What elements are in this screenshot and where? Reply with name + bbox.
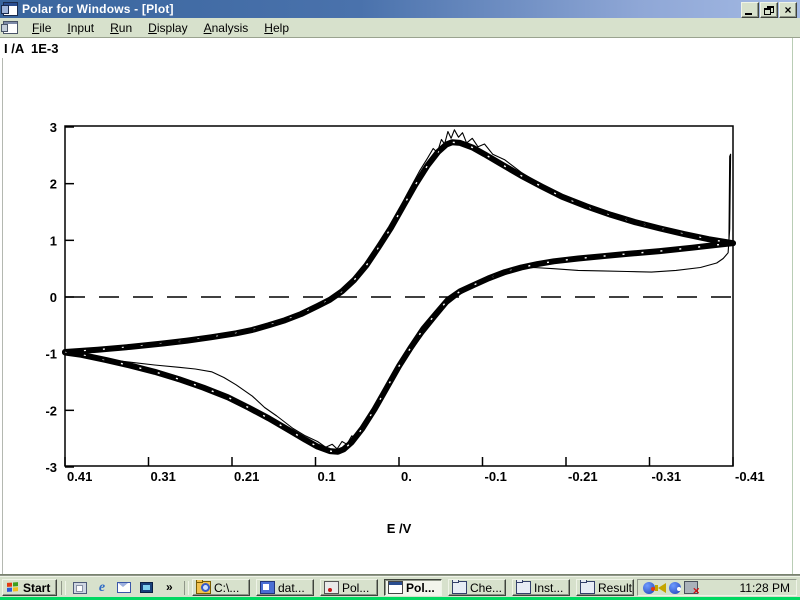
x-tick-label: -0.1 (485, 469, 507, 484)
y-axis-label: I /A 1E-3 (4, 41, 58, 56)
fitted-anodic-branch-marker-speckle (65, 142, 733, 352)
menu-item-display[interactable]: Display (140, 19, 195, 37)
close-button[interactable]: × (779, 2, 797, 18)
fitted-anodic-branch (65, 142, 733, 352)
plot-right-border (792, 38, 793, 575)
voltammogram-chart: I /A 1E-3 E /V 0.41 0.31 0.21 0.1 0. -0.1 -0.21 -… (0, 38, 800, 575)
volume-icon[interactable] (658, 583, 666, 593)
taskbar-button-3[interactable]: Pol... (320, 579, 378, 596)
x-tick-label: 0. (401, 469, 412, 484)
folder-search-icon (196, 581, 211, 594)
close-icon: × (784, 5, 791, 15)
taskbar-button-label: Inst... (534, 581, 563, 595)
minimize-icon (745, 13, 752, 15)
y-tick-label: 3 (50, 120, 57, 135)
folder-icon (580, 581, 595, 594)
plot-frame (65, 126, 733, 466)
taskbar-button-1[interactable]: C:\... (192, 579, 250, 596)
internet-explorer-icon: e (99, 581, 105, 595)
x-tick-label: 0.21 (234, 469, 259, 484)
taskbar-button-2[interactable]: dat... (256, 579, 314, 596)
window-controls: × (741, 2, 797, 18)
taskbar-button-7[interactable]: Result (576, 579, 634, 596)
menu-item-input[interactable]: Input (59, 19, 102, 37)
y-tick-label: 1 (50, 233, 57, 248)
taskbar-button-label: Pol... (342, 581, 369, 595)
menu-bar: FileInputRunDisplayAnalysisHelp × (0, 18, 800, 38)
taskbar-button-label: Che... (470, 581, 502, 595)
plot-client-area: I /A 1E-3 E /V 0.41 0.31 0.21 0.1 0. -0.1 -0.21 -… (0, 38, 800, 575)
window-title: Polar for Windows - [Plot] (22, 2, 174, 16)
x-tick-label: 0.41 (67, 469, 92, 484)
y-tick-label: -2 (45, 403, 57, 418)
plot-left-border (2, 58, 3, 574)
fitted-cathodic-branch-marker-speckle (65, 243, 733, 452)
media-orb-icon-2[interactable] (669, 582, 681, 594)
x-tick-label: -0.21 (568, 469, 598, 484)
taskbar-button-label: Pol... (406, 581, 435, 595)
windows-logo-icon (6, 582, 20, 594)
notebook-icon (260, 581, 275, 594)
channels-button[interactable] (138, 580, 154, 595)
show-desktop-icon (73, 582, 87, 594)
y-tick-label: 0 (50, 290, 57, 305)
screen: { "window": { "title": "Polar for Window… (0, 0, 800, 600)
title-bar: Polar for Windows - [Plot] × (0, 0, 800, 18)
menu-item-analysis[interactable]: Analysis (196, 19, 257, 37)
folder-icon (452, 581, 467, 594)
y-tick-label: 2 (50, 177, 57, 192)
channels-icon (140, 582, 153, 593)
menu-item-help[interactable]: Help (256, 19, 297, 37)
x-tick-label: -0.31 (652, 469, 682, 484)
y-tick-label: -3 (45, 460, 57, 475)
taskbar-clock: 11:28 PM (740, 581, 790, 595)
outlook-express-button[interactable] (116, 580, 132, 595)
start-label: Start (23, 581, 50, 595)
start-button[interactable]: Start (2, 579, 57, 596)
network-error-icon[interactable] (684, 581, 698, 594)
restore-icon (764, 6, 774, 15)
menu-item-run[interactable]: Run (102, 19, 140, 37)
window-icon (388, 581, 403, 594)
x-axis-label: E /V (387, 521, 412, 536)
menu-item-file[interactable]: File (24, 19, 59, 37)
experimental-trace (65, 130, 731, 449)
app-icon (3, 2, 18, 16)
taskbar-button-label: Result (598, 581, 632, 595)
quick-launch-overflow[interactable]: » (166, 580, 173, 594)
minimize-button[interactable] (741, 2, 759, 18)
restore-button[interactable] (760, 2, 778, 18)
child-window-icon[interactable] (3, 21, 18, 34)
folder-icon (516, 581, 531, 594)
taskbar-button-label: C:\... (214, 581, 239, 595)
y-tick-label: -1 (45, 347, 57, 362)
fitted-cathodic-branch (65, 243, 733, 452)
x-tick-label: -0.41 (735, 469, 765, 484)
taskbar-separator (61, 581, 66, 595)
system-tray: 11:28 PM (637, 579, 797, 596)
taskbar: Start e » C:\... dat... Pol... Pol... Che...… (0, 576, 800, 598)
x-tick-label: 0.1 (318, 469, 336, 484)
taskbar-button-4[interactable]: Pol... (384, 579, 442, 596)
taskbar-button-label: dat... (278, 581, 305, 595)
media-orb-icon[interactable] (643, 582, 655, 594)
show-desktop-button[interactable] (72, 580, 88, 595)
plot-bottom-border (0, 574, 800, 575)
outlook-express-icon (117, 582, 131, 593)
menu-items: FileInputRunDisplayAnalysisHelp (24, 19, 297, 37)
x-tick-label: 0.31 (151, 469, 176, 484)
taskbar-button-6[interactable]: Inst... (512, 579, 570, 596)
internet-explorer-button[interactable]: e (94, 580, 110, 595)
polar-app-icon (324, 581, 339, 594)
taskbar-separator (184, 581, 189, 595)
taskbar-button-5[interactable]: Che... (448, 579, 506, 596)
